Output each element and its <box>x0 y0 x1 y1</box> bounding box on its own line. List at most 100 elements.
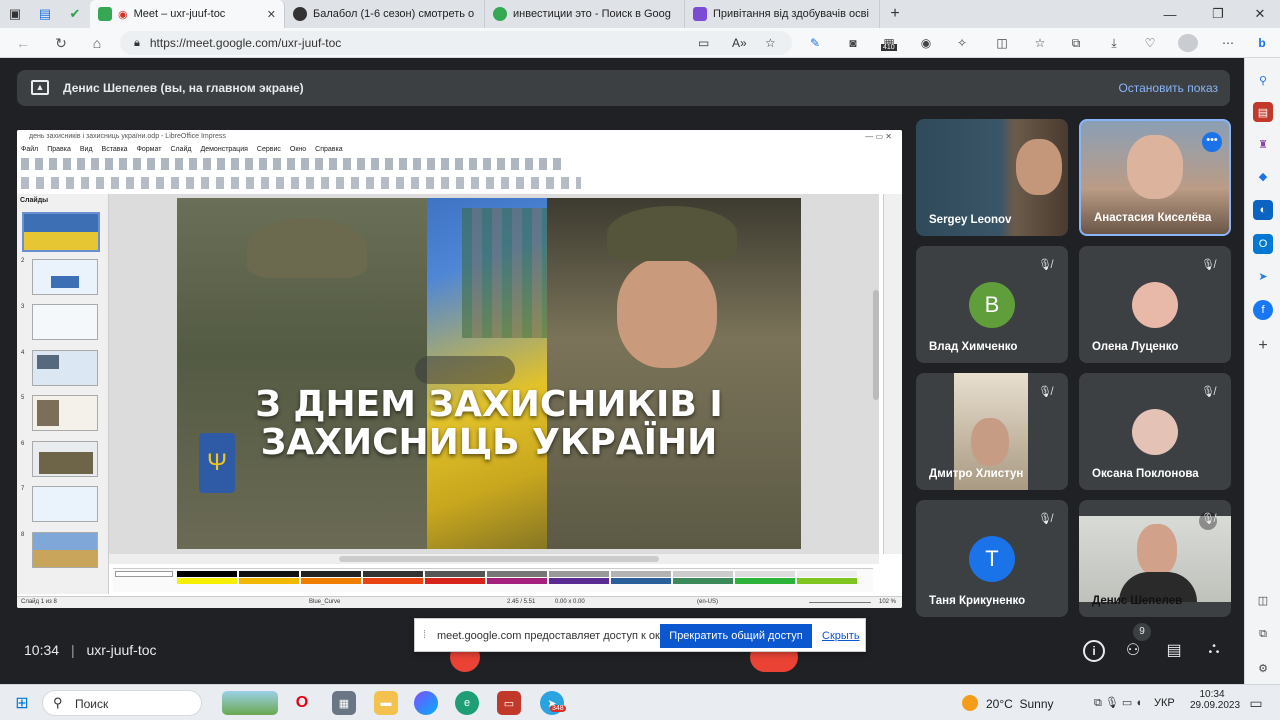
restore-icon[interactable]: ❐ <box>1196 0 1240 28</box>
copilot-app-icon[interactable] <box>414 691 438 715</box>
copilot-icon[interactable]: b <box>1252 34 1272 52</box>
menu-view[interactable]: Вид <box>80 146 93 153</box>
weather-text[interactable]: 20°C Sunny <box>986 697 1054 711</box>
tray-icons[interactable]: ⧉ 🎙︎ ▭ ◖ <box>1094 696 1142 710</box>
participant-tile-vlad[interactable]: 🎙︎̸ B Влад Химченко <box>916 246 1068 363</box>
external-link-icon[interactable]: ⧉ <box>1253 624 1273 644</box>
lo-sidebar-deck[interactable] <box>883 194 902 554</box>
slide-thumb-5[interactable] <box>32 395 98 431</box>
swatch-dark2[interactable] <box>301 571 361 577</box>
swatch-blue[interactable] <box>611 578 671 584</box>
send-icon[interactable]: ➤ <box>1253 266 1273 286</box>
minimize-icon[interactable]: — <box>1148 0 1192 28</box>
lo-standard-toolbar[interactable] <box>21 158 561 170</box>
read-aloud-icon[interactable]: A» <box>732 36 747 50</box>
slide-thumb-4[interactable] <box>32 350 98 386</box>
close-tab-icon[interactable]: ✕ <box>267 8 276 21</box>
swatch-gray2[interactable] <box>487 571 547 577</box>
swatch-gray[interactable] <box>425 571 485 577</box>
slide-thumb-2[interactable] <box>32 259 98 295</box>
menu-window[interactable]: Окно <box>290 146 306 153</box>
sidebar-toggle-icon[interactable]: ◫ <box>1253 590 1273 610</box>
performance-icon[interactable]: ♡ <box>1140 34 1160 52</box>
swatch-yellow[interactable] <box>177 578 237 584</box>
slide-thumb-1[interactable] <box>22 212 100 252</box>
swatch-none[interactable] <box>115 571 173 577</box>
tab-meet[interactable]: ◉ Meet – uxr-juuf-toc ✕ <box>90 0 285 28</box>
start-icon[interactable]: ⊞ <box>10 691 34 715</box>
instagram-icon[interactable]: ◙ <box>843 34 863 52</box>
extension-counter-icon[interactable]: ▦ 410 <box>879 34 899 52</box>
stop-sharing-button[interactable]: Прекратить общий доступ <box>660 624 812 648</box>
games-icon[interactable]: ◆ <box>1253 166 1273 186</box>
close-window-icon[interactable]: ✕ <box>1238 0 1280 28</box>
back-icon[interactable]: ← <box>12 33 34 53</box>
shopping-icon[interactable]: ▤ <box>1253 102 1273 122</box>
split-screen-icon[interactable]: ◫ <box>992 34 1012 52</box>
menu-help[interactable]: Справка <box>315 146 342 153</box>
slide-thumb-6[interactable] <box>32 441 98 477</box>
lo-window-controls[interactable]: — ▭ ✕ <box>865 132 892 141</box>
search-highlight-icon[interactable] <box>222 691 278 715</box>
swatch-dark[interactable] <box>239 571 299 577</box>
new-tab-icon[interactable]: + <box>880 0 910 28</box>
menu-slideshow[interactable]: Демонстрация <box>200 146 247 153</box>
menu-file[interactable]: Файл <box>21 146 38 153</box>
vertical-scrollbar[interactable] <box>873 290 879 400</box>
tab-google-search[interactable]: инвестиции это - Поиск в Goog <box>485 0 685 28</box>
workspaces-icon[interactable]: ▣ <box>0 0 30 28</box>
microsoft365-icon[interactable]: ◐ <box>1253 200 1273 220</box>
refresh-icon[interactable]: ↻ <box>50 33 72 53</box>
swatch-gray7[interactable] <box>797 571 857 577</box>
camera-permission-icon[interactable]: ▭ <box>698 36 709 50</box>
people-icon[interactable]: ⚇ <box>1122 640 1144 662</box>
drag-handle-icon[interactable]: ⁞ <box>423 629 426 641</box>
swatch-purple[interactable] <box>549 578 609 584</box>
menu-insert[interactable]: Вставка <box>102 146 128 153</box>
home-icon[interactable]: ⌂ <box>86 33 108 53</box>
tab-greeting[interactable]: Привітання від здобувачів осві <box>685 0 880 28</box>
menu-tools[interactable]: Сервис <box>257 146 281 153</box>
swatch-magenta[interactable] <box>487 578 547 584</box>
horizontal-scrollbar[interactable] <box>109 554 879 564</box>
more-options-icon[interactable]: ••• <box>1202 132 1222 152</box>
taskbar-clock[interactable]: 10:34 29.09.2023 <box>1190 689 1240 711</box>
participant-tile-dmytro[interactable]: 🎙︎̸ Дмитро Хлистун <box>916 373 1068 490</box>
opera-icon[interactable]: O <box>290 691 314 715</box>
swatch-brick[interactable] <box>363 578 423 584</box>
participant-tile-sergey[interactable]: Sergey Leonov <box>916 119 1068 236</box>
tab-balabol[interactable]: Балабол (1-6 сезон) смотреть о <box>285 0 485 28</box>
participant-tile-tanya[interactable]: 🎙︎̸ T Таня Крикуненко <box>916 500 1068 617</box>
search-icon[interactable]: ⚲ <box>1253 70 1273 90</box>
downloads-icon[interactable]: ⤓ <box>1104 34 1124 52</box>
impress-icon[interactable]: ▭ <box>497 691 521 715</box>
file-explorer-icon[interactable]: ▬ <box>374 691 398 715</box>
swatch-gray6[interactable] <box>735 571 795 577</box>
tab-actions-icon[interactable]: ▤ <box>30 0 60 28</box>
chat-icon[interactable]: ▤ <box>1163 640 1185 662</box>
swatch-gray5[interactable] <box>673 571 733 577</box>
calculator-icon[interactable]: ▦ <box>332 691 356 715</box>
swatch-lime[interactable] <box>797 578 857 584</box>
facebook-icon[interactable]: f <box>1253 300 1273 320</box>
slide-thumb-8[interactable] <box>32 532 98 568</box>
swatch-red[interactable] <box>425 578 485 584</box>
current-slide[interactable]: Ψ З ДНЕМ ЗАХИСНИКІВ І ЗАХИСНИЦЬ УКРАЇНИ <box>177 198 801 549</box>
stop-presenting-link[interactable]: Остановить показ <box>1118 81 1218 95</box>
swatch-green[interactable] <box>735 578 795 584</box>
outlook-icon[interactable]: O <box>1253 234 1273 254</box>
slide-thumb-7[interactable] <box>32 486 98 522</box>
favorites-icon[interactable]: ☆ <box>1030 34 1050 52</box>
pinned-tab-icon[interactable]: ✔ <box>60 0 90 28</box>
edge-icon[interactable]: e <box>455 691 479 715</box>
participant-tile-denys[interactable]: 🎙︎̸ Денис Шепелев <box>1079 500 1231 617</box>
profile-icon[interactable] <box>1178 34 1198 52</box>
tools-icon[interactable]: ♜ <box>1253 134 1273 154</box>
menu-slide[interactable]: Слайд <box>170 146 191 153</box>
hide-notification-link[interactable]: Скрыть <box>822 630 860 642</box>
swatch-dark3[interactable] <box>363 571 423 577</box>
swatch-gray4[interactable] <box>611 571 671 577</box>
add-icon[interactable]: + <box>1253 336 1273 356</box>
swatch-teal[interactable] <box>673 578 733 584</box>
input-language[interactable]: УКР <box>1154 697 1175 709</box>
